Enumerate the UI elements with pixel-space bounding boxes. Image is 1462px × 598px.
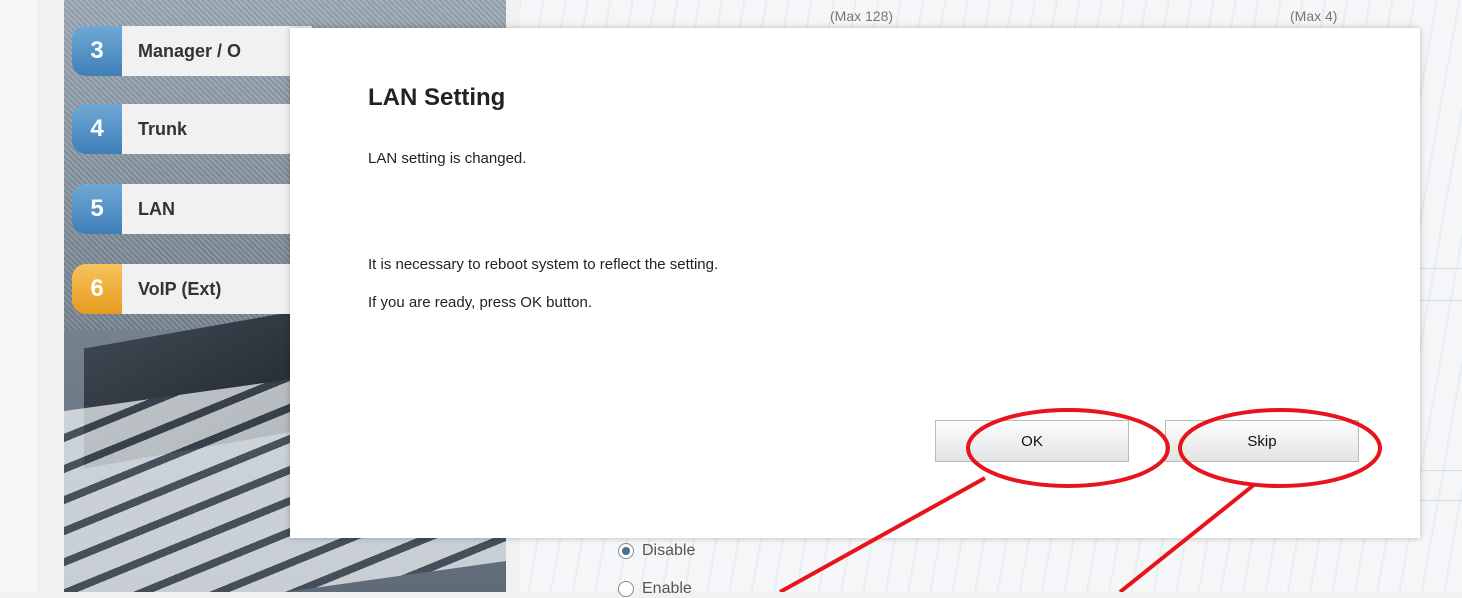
dialog-message: If you are ready, press OK button. xyxy=(368,294,593,311)
sidebar-step-5[interactable]: 5 LAN xyxy=(72,184,312,234)
step-number: 4 xyxy=(72,104,122,154)
radio-label: Enable xyxy=(642,580,692,597)
step-label: VoIP (Ext) xyxy=(122,264,312,314)
ok-button[interactable]: OK xyxy=(935,420,1129,462)
radio-button[interactable] xyxy=(618,543,634,559)
step-number: 6 xyxy=(72,264,122,314)
sidebar-step-3[interactable]: 3 Manager / O xyxy=(72,26,312,76)
left-margin xyxy=(0,0,39,592)
dialog-message: LAN setting is changed. xyxy=(368,150,527,167)
max-label-4: (Max 4) xyxy=(1290,8,1338,24)
step-label: Manager / O xyxy=(122,26,312,76)
step-label: LAN xyxy=(122,184,312,234)
sidebar-step-6[interactable]: 6 VoIP (Ext) xyxy=(72,264,312,314)
dialog-message: It is necessary to reboot system to refl… xyxy=(368,256,719,273)
step-number: 5 xyxy=(72,184,122,234)
step-number: 3 xyxy=(72,26,122,76)
sidebar-step-4[interactable]: 4 Trunk xyxy=(72,104,312,154)
dialog-title: LAN Setting xyxy=(368,84,506,111)
radio-enable[interactable]: Enable xyxy=(618,580,692,598)
radio-disable[interactable]: Disable xyxy=(618,542,695,560)
radio-button[interactable] xyxy=(618,581,634,597)
lan-setting-dialog: LAN Setting LAN setting is changed. It i… xyxy=(290,28,1420,538)
skip-button[interactable]: Skip xyxy=(1165,420,1359,462)
max-label-128: (Max 128) xyxy=(830,8,894,24)
radio-label: Disable xyxy=(642,542,696,559)
step-label: Trunk xyxy=(122,104,312,154)
